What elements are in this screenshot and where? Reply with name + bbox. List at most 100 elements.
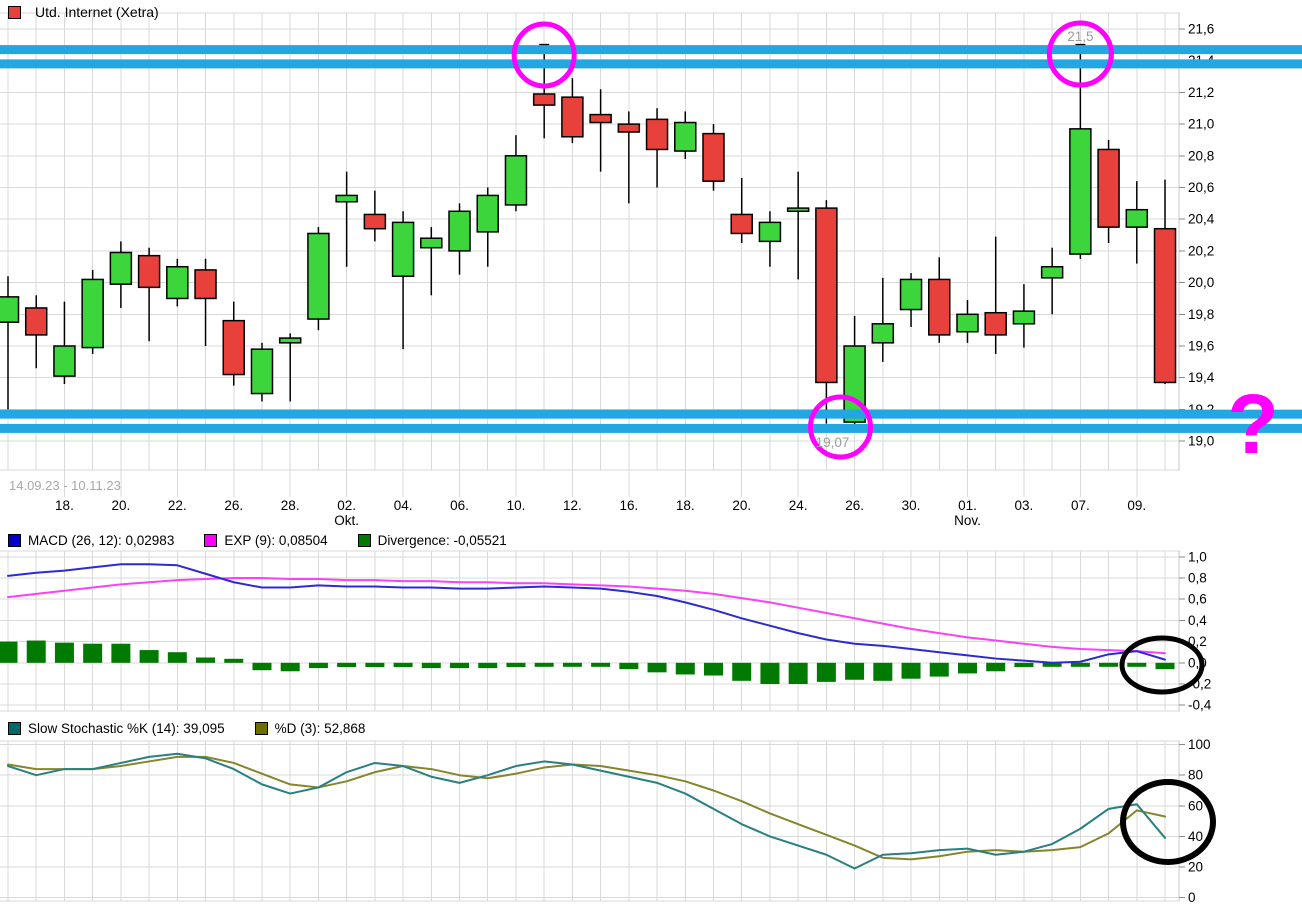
chart-title-label: Utd. Internet (Xetra) [35,4,159,20]
y-axis-tick-label: 20 [1188,860,1203,875]
x-axis-tick-label: 22. [168,498,187,513]
macd-legend: MACD (26, 12): 0,02983 EXP (9): 0,08504 … [8,533,537,548]
exp-legend-item: EXP (9): 0,08504 [204,533,328,548]
stoch-k-swatch-icon [8,722,21,735]
macd-panel [0,563,1175,684]
candle-body [53,345,76,377]
macd-swatch-icon [8,534,21,547]
question-mark-annotation: ? [1227,377,1278,471]
candle-body [391,221,415,278]
y-axis-tick-label: 0 [1188,890,1196,905]
candle-body [617,123,641,133]
candle-body [984,311,1007,336]
candle-body [166,266,189,300]
divergence-bar [196,657,216,663]
x-axis-tick-label: 12. [563,498,582,513]
divergence-bar [139,650,159,663]
candle-body [448,210,471,252]
y-axis-tick-label: 20,6 [1188,180,1214,195]
candle-body [278,337,302,344]
divergence-bar [167,652,187,663]
x-axis-tick-label: 02. [337,498,356,513]
x-axis-tick-label: 18. [676,498,695,513]
x-axis-tick-label: 10. [507,498,526,513]
divergence-bar [224,658,244,663]
divergence-bar [675,662,695,675]
candle-body [194,269,217,300]
candle-body [420,237,443,249]
divergence-bar [591,662,611,667]
candle-body [250,348,274,395]
chart-window: 21,621,421,221,020,820,620,420,220,019,8… [0,0,1302,924]
divergence-bar [534,662,554,667]
exp-legend-label: EXP (9): 0,08504 [224,533,328,548]
divergence-bar [252,662,272,671]
divergence-bar [873,662,893,681]
candle-body [504,155,528,206]
candle-body [956,313,979,333]
low-price-label: 19,07 [816,435,850,450]
stoch-d-swatch-icon [254,722,268,735]
candle-body [532,93,556,106]
divergence-bar [901,662,921,679]
divergence-bar [26,640,46,663]
candle-body [674,121,697,152]
y-axis-tick-label: 21,0 [1188,117,1214,132]
divergence-bar [0,641,18,663]
stoch-k-legend-label: Slow Stochastic %K (14): 39,095 [28,721,225,736]
y-axis-tick-label: 21,6 [1188,22,1214,37]
divergence-bar [704,662,723,676]
y-axis-tick-label: 0,8 [1188,571,1207,586]
candle-body [1125,208,1149,228]
macd-legend-label: MACD (26, 12): 0,02983 [28,533,175,548]
macd-legend-item: MACD (26, 12): 0,02983 [8,533,174,548]
x-axis-tick-label: 28. [281,498,300,513]
x-axis-tick-label: 26. [845,498,864,513]
x-axis-tick-label: 24. [789,498,808,513]
y-axis-tick-label: 19,0 [1188,434,1214,449]
divergence-bar [83,643,103,663]
candle-body [815,207,838,384]
support-resistance-band [0,423,1302,433]
divergence-bar [308,662,328,669]
x-axis-tick-label: 06. [450,498,469,513]
price-chart-svg: 21,621,421,221,020,820,620,420,220,019,8… [0,12,1302,906]
divergence-bar [337,662,357,668]
stoch-d-legend-item: %D (3): 52,868 [254,721,365,736]
y-axis-tick-label: 21,2 [1188,85,1214,100]
level-bands [0,45,1302,433]
series-swatch-icon [8,5,21,19]
candle-body [786,207,810,213]
y-axis-tick-label: 100 [1188,737,1211,752]
candle-body [702,132,725,182]
y-axis-tick-label: 20,2 [1188,243,1214,258]
candle-body [363,213,387,230]
x-axis-tick-label: 18. [55,498,74,513]
candle-body [589,113,612,124]
x-axis-labels: 18. 20. 22. 26. 28. 02.Okt. 04. 06. 10. 12. 16. 18.… [55,498,1146,528]
x-axis-tick-label: 30. [902,498,921,513]
divergence-bar [1070,662,1090,667]
y-axis-tick-label: 20,4 [1188,212,1215,227]
candle-body [730,213,753,235]
y-axis-tick-label: -0,4 [1188,698,1212,713]
y-axis-tick-label: 19,8 [1188,307,1214,322]
candle-body [1040,266,1064,279]
candle-body [137,254,161,289]
y-axis-tick-label: 20,0 [1188,275,1214,290]
divergence-bar [986,662,1006,672]
divergence-bar [816,662,836,682]
divergence-bar [1099,662,1119,667]
x-axis-tick-label: 26. [224,498,243,513]
grid-lines [0,12,1185,902]
high-price-label: 21,5 [1067,29,1093,44]
y-axis-labels: 21,621,421,221,020,820,620,420,220,019,8… [1188,22,1215,906]
candle-body [758,221,782,243]
y-axis-tick-label: 1,0 [1188,549,1207,564]
y-axis-tick-label: 20,8 [1188,148,1214,163]
divergence-bar [788,662,808,684]
stoch-k-legend-item: Slow Stochastic %K (14): 39,095 [8,721,225,736]
candle-body [928,278,951,336]
y-axis-tick-label: 19,6 [1188,339,1214,354]
candle-body [81,278,104,349]
